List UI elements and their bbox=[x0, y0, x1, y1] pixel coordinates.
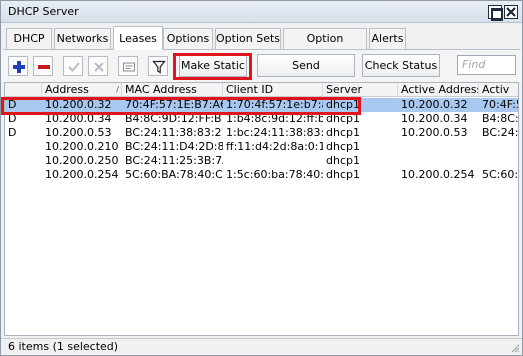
remove-icon[interactable] bbox=[33, 56, 53, 76]
table-header: Address / MAC Address Client ID Server Ac… bbox=[5, 83, 518, 97]
cell-server: dhcp1 bbox=[326, 140, 360, 153]
cell-active-mac bbox=[479, 154, 518, 168]
tab-option-matcher[interactable]: Option Matcher bbox=[283, 28, 367, 65]
cell-mac-address: BC:24:11:38:83:21 bbox=[125, 126, 223, 139]
cell-address: 10.200.0.210 bbox=[45, 140, 119, 153]
comment-icon[interactable] bbox=[118, 56, 138, 76]
toolbar: Make Static Send Reconfigure Check Statu… bbox=[1, 50, 522, 93]
cell-client-id: 1:5c:60:ba:78:40:... bbox=[226, 168, 323, 181]
column-header-label: Address bbox=[45, 83, 89, 96]
sort-arrow-icon: / bbox=[116, 85, 119, 94]
column-header-flags[interactable] bbox=[5, 83, 42, 97]
cell-flag bbox=[5, 140, 42, 154]
tab-networks[interactable]: Networks bbox=[54, 28, 111, 50]
cell-server: dhcp1 bbox=[326, 126, 360, 139]
tab-alerts[interactable]: Alerts bbox=[369, 28, 406, 50]
tab-dhcp[interactable]: DHCP bbox=[6, 28, 52, 50]
cell-active-address: 10.200.0.32 bbox=[401, 98, 468, 111]
cell-active-address bbox=[398, 154, 479, 168]
tab-leases[interactable]: Leases bbox=[113, 26, 163, 50]
enable-check-icon[interactable] bbox=[63, 56, 83, 76]
dhcp-server-window: DHCP Server DHCP Networks Leases Options… bbox=[0, 0, 523, 356]
find-input[interactable]: Find bbox=[457, 55, 516, 75]
table-row[interactable]: D 10.200.0.53 BC:24:11:38:83:21 1:bc:24:11:… bbox=[5, 126, 519, 140]
selected-row-highlight bbox=[1, 97, 361, 115]
column-header-address[interactable]: Address / bbox=[42, 83, 122, 97]
disable-x-icon[interactable] bbox=[88, 56, 108, 76]
cell-mac-address: BC:24:11:D4:2D:8A bbox=[125, 140, 223, 153]
cell-flag bbox=[5, 168, 42, 182]
cell-mac-address: 5C:60:BA:78:40:C5 bbox=[125, 168, 223, 181]
cell-active-mac: 70:4F:5 bbox=[482, 98, 519, 111]
check-status-button[interactable]: Check Status bbox=[362, 54, 440, 77]
cell-flag bbox=[5, 154, 42, 168]
send-reconfigure-button[interactable]: Send Reconfigure bbox=[257, 54, 355, 93]
restore-icon[interactable] bbox=[488, 5, 503, 21]
cell-active-mac: BC:24:1 bbox=[482, 126, 519, 139]
cell-server: dhcp1 bbox=[326, 168, 360, 181]
cell-active-mac bbox=[479, 140, 518, 154]
cell-server: dhcp1 bbox=[326, 154, 360, 167]
column-header-active-mac[interactable]: Activ bbox=[479, 83, 518, 97]
cell-active-mac: B4:8C:9 bbox=[482, 112, 519, 125]
cell-client-id: ff:11:d4:2d:8a:0:1... bbox=[226, 140, 323, 153]
cell-active-address: 10.200.0.34 bbox=[401, 112, 468, 125]
column-header-server[interactable]: Server bbox=[323, 83, 398, 97]
cell-client-id bbox=[223, 154, 323, 168]
add-icon[interactable] bbox=[8, 56, 28, 76]
cell-address: 10.200.0.53 bbox=[45, 126, 112, 139]
cell-address: 10.200.0.250 bbox=[45, 154, 119, 167]
filter-icon[interactable] bbox=[148, 56, 168, 76]
cell-active-address: 10.200.0.53 bbox=[401, 126, 468, 139]
status-bar: 6 items (1 selected) bbox=[1, 338, 522, 355]
column-header-active-address[interactable]: Active Address bbox=[398, 83, 479, 97]
column-header-client-id[interactable]: Client ID bbox=[223, 83, 323, 97]
window-title: DHCP Server bbox=[8, 5, 79, 18]
cell-flag: D bbox=[8, 126, 17, 139]
cell-active-address bbox=[398, 140, 479, 154]
tab-option-sets[interactable]: Option Sets bbox=[215, 28, 281, 50]
cell-address: 10.200.0.254 bbox=[45, 168, 119, 181]
close-icon[interactable] bbox=[504, 5, 518, 19]
status-text: 6 items (1 selected) bbox=[8, 340, 119, 353]
cell-active-mac: 5C:60:B bbox=[482, 168, 519, 181]
table-row[interactable]: 10.200.0.254 5C:60:BA:78:40:C5 1:5c:60:ba:… bbox=[5, 168, 519, 182]
cell-mac-address: BC:24:11:25:3B:7A bbox=[125, 154, 223, 167]
leases-table: Address / MAC Address Client ID Server Ac… bbox=[4, 82, 519, 336]
tab-options[interactable]: Options bbox=[163, 28, 213, 50]
title-bar[interactable]: DHCP Server bbox=[1, 1, 522, 23]
cell-active-address: 10.200.0.254 bbox=[401, 168, 475, 181]
make-static-highlight bbox=[173, 53, 252, 80]
table-row[interactable]: 10.200.0.210 BC:24:11:D4:2D:8A ff:11:d4:2d… bbox=[5, 140, 518, 154]
table-row[interactable]: 10.200.0.250 BC:24:11:25:3B:7A dhcp1 bbox=[5, 154, 518, 168]
resize-grip-icon[interactable] bbox=[510, 343, 520, 353]
cell-client-id: 1:bc:24:11:38:83:... bbox=[226, 126, 323, 139]
column-header-mac-address[interactable]: MAC Address bbox=[122, 83, 223, 97]
